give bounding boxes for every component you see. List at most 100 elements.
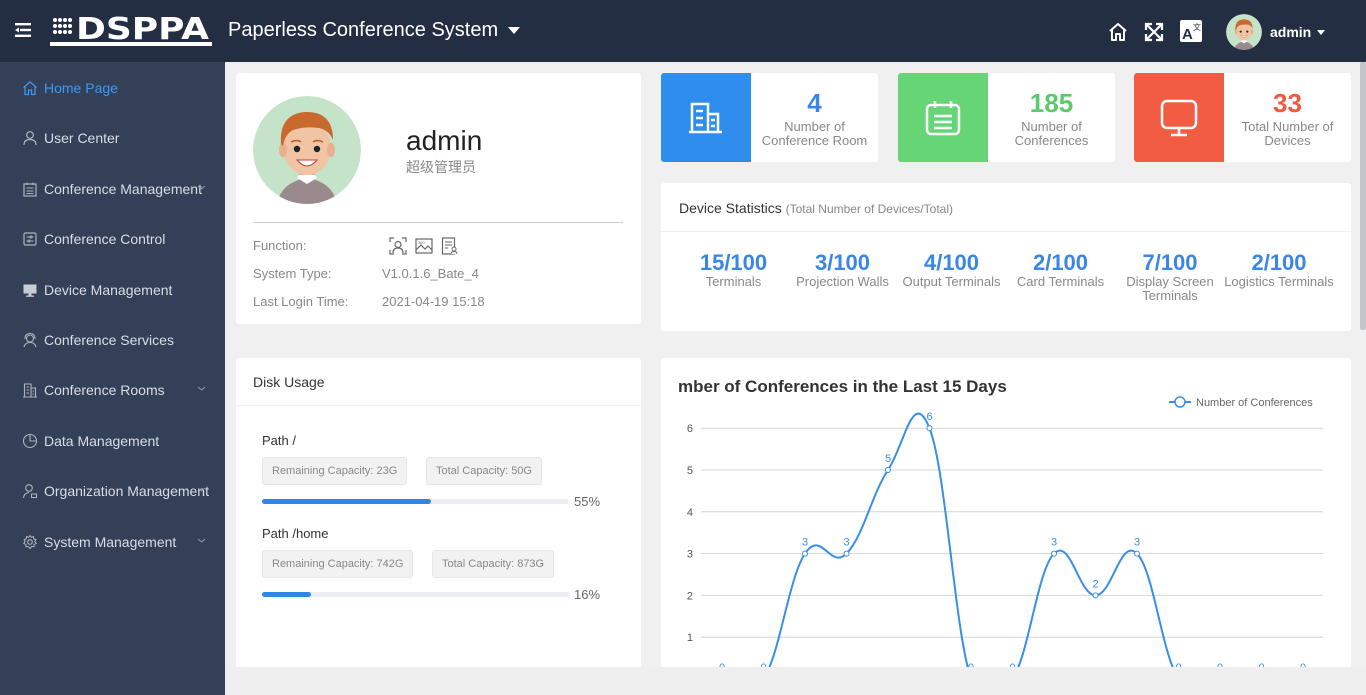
function-label: Function: — [253, 238, 307, 253]
series-line — [767, 412, 1175, 668]
divider — [661, 231, 1351, 232]
device-stat-output-terminals: 4/100 Output Terminals — [897, 251, 1006, 289]
headset-user-icon — [23, 332, 37, 348]
document-user-icon[interactable] — [441, 237, 459, 255]
data-label: 2 — [1092, 578, 1098, 590]
stat-value: 33 — [1273, 88, 1302, 118]
panorama-image-icon[interactable]: 360 — [415, 237, 433, 255]
last-login-value: 2021-04-19 15:18 — [382, 294, 485, 309]
user-menu[interactable]: admin — [1270, 24, 1326, 40]
sidebar-item-conference-management[interactable]: Conference Management — [0, 169, 225, 209]
chart-legend[interactable]: Number of Conferences — [1169, 396, 1313, 409]
profile-role: 超级管理员 — [406, 159, 476, 175]
data-label: 3 — [1051, 537, 1057, 549]
device-stat-value: 7/100 — [1142, 250, 1198, 275]
disk-progress-fill — [262, 592, 312, 597]
system-type-label: System Type: — [253, 266, 332, 281]
home-icon[interactable] — [1107, 21, 1129, 43]
svg-text:文: 文 — [1193, 22, 1201, 32]
translate-icon[interactable]: A 文 — [1180, 20, 1202, 42]
remaining-capacity-chip: Remaining Capacity: 23G — [262, 457, 408, 485]
legend-marker — [1174, 396, 1186, 408]
line-chart: 123456 Number of Conferences 0 03 3560 0323… — [687, 396, 1323, 668]
sidebar-item-label: System Management — [44, 534, 177, 550]
avatar-image — [1226, 14, 1262, 50]
top-bar: DSPPA Paperless Conference System A 文 ad… — [0, 0, 1366, 62]
disk-percent: 16% — [574, 587, 601, 602]
device-stat-value: 4/100 — [923, 250, 980, 275]
subtitle-text: (Total Number of Devices/Total) — [785, 202, 953, 216]
data-label: 5 — [885, 453, 891, 465]
data-point[interactable] — [926, 425, 933, 432]
caret-down-icon — [1317, 29, 1326, 35]
face-recognition-icon[interactable] — [389, 237, 407, 255]
y-tick-label: 2 — [687, 590, 693, 602]
disk-usage-card: Disk Usage Path / Remaining Capacity: 23… — [236, 358, 641, 668]
disk-progress-fill — [262, 499, 431, 504]
sidebar-item-conference-rooms[interactable]: Conference Rooms — [0, 370, 225, 410]
device-stat-display-screen-terminals: 7/100 Display Screen Terminals — [1115, 251, 1225, 303]
legend-label: Number of Conferences — [1196, 397, 1313, 409]
total-capacity-chip: Total Capacity: 873G — [432, 550, 555, 578]
sidebar-item-user-center[interactable]: User Center — [0, 118, 225, 158]
device-statistics-card: Device Statistics (Total Number of Devic… — [661, 183, 1351, 331]
svg-text:DSPPA: DSPPA — [76, 14, 210, 47]
data-label: 3 — [843, 537, 849, 549]
pie-chart-icon — [22, 433, 38, 449]
y-tick-label: 4 — [687, 507, 693, 519]
data-point[interactable] — [802, 550, 808, 557]
data-label: 3 — [802, 537, 808, 549]
sidebar-item-conference-services[interactable]: Conference Services — [0, 320, 225, 360]
user-icon — [23, 131, 37, 146]
function-icons: 360 — [389, 237, 459, 255]
device-stat-projection-walls: 3/100 Projection Walls — [788, 251, 897, 289]
stat-card-devices[interactable]: 33 Total Number of Devices — [1134, 73, 1351, 162]
sidebar-item-data-management[interactable]: Data Management — [0, 421, 225, 461]
sidebar-item-label: Data Management — [44, 433, 160, 449]
sidebar-item-home-page[interactable]: Home Page — [0, 68, 225, 108]
gear-icon — [23, 534, 37, 550]
device-stat-value: 2/100 — [1032, 250, 1089, 275]
system-type-value: V1.0.1.6_Bate_4 — [382, 266, 479, 281]
sidebar-item-system-management[interactable]: System Management — [0, 522, 225, 562]
device-stat-label: Display Screen Terminals — [1126, 274, 1214, 303]
device-stat-card-terminals: 2/100 Card Terminals — [1006, 251, 1115, 289]
device-stat-terminals: 15/100 Terminals — [679, 251, 788, 289]
device-stat-logistics-terminals: 2/100 Logistics Terminals — [1224, 251, 1334, 289]
fullscreen-icon[interactable] — [1143, 21, 1165, 43]
data-point[interactable] — [885, 467, 891, 473]
chevron-down-icon — [197, 487, 206, 492]
monitor-icon — [23, 284, 37, 297]
stat-card-conference-rooms[interactable]: 4 Number of Conference Room — [661, 73, 878, 162]
svg-text:A: A — [1182, 26, 1193, 42]
total-capacity-chip: Total Capacity: 50G — [426, 457, 542, 485]
page-scrollbar[interactable] — [1360, 62, 1366, 330]
data-point[interactable] — [843, 550, 850, 557]
sidebar-item-conference-control[interactable]: Conference Control — [0, 219, 225, 259]
sidebar-item-label: Conference Control — [44, 231, 166, 247]
data-point[interactable] — [1092, 592, 1099, 599]
divider — [253, 222, 623, 223]
chevron-down-icon — [197, 386, 206, 391]
sidebar-item-device-management[interactable]: Device Management — [0, 270, 225, 310]
last-login-label: Last Login Time: — [253, 294, 349, 309]
svg-text:360: 360 — [418, 240, 425, 245]
device-stat-label: Output Terminals — [902, 274, 1001, 289]
app-title-dropdown[interactable]: Paperless Conference System — [228, 19, 521, 42]
data-point[interactable] — [1051, 550, 1057, 557]
device-stat-label: Terminals — [705, 274, 762, 289]
chevron-down-icon — [197, 538, 206, 543]
divider — [236, 405, 641, 406]
stat-card-conferences[interactable]: 185 Number of Conferences — [898, 73, 1115, 162]
app-title: Paperless Conference System — [228, 19, 499, 41]
sidebar-item-organization-management[interactable]: Organization Management — [0, 471, 225, 511]
user-avatar[interactable] — [1226, 14, 1262, 50]
data-point[interactable] — [1134, 550, 1140, 557]
profile-name: admin — [406, 125, 483, 156]
menu-toggle-icon[interactable] — [14, 22, 32, 38]
device-statistics-title: Device Statistics (Total Number of Devic… — [679, 200, 953, 216]
sidebar-item-label: Device Management — [44, 282, 173, 298]
building-icon — [23, 383, 37, 398]
sidebar-item-label: Home Page — [44, 80, 118, 96]
title-text: Device Statistics — [679, 200, 782, 216]
